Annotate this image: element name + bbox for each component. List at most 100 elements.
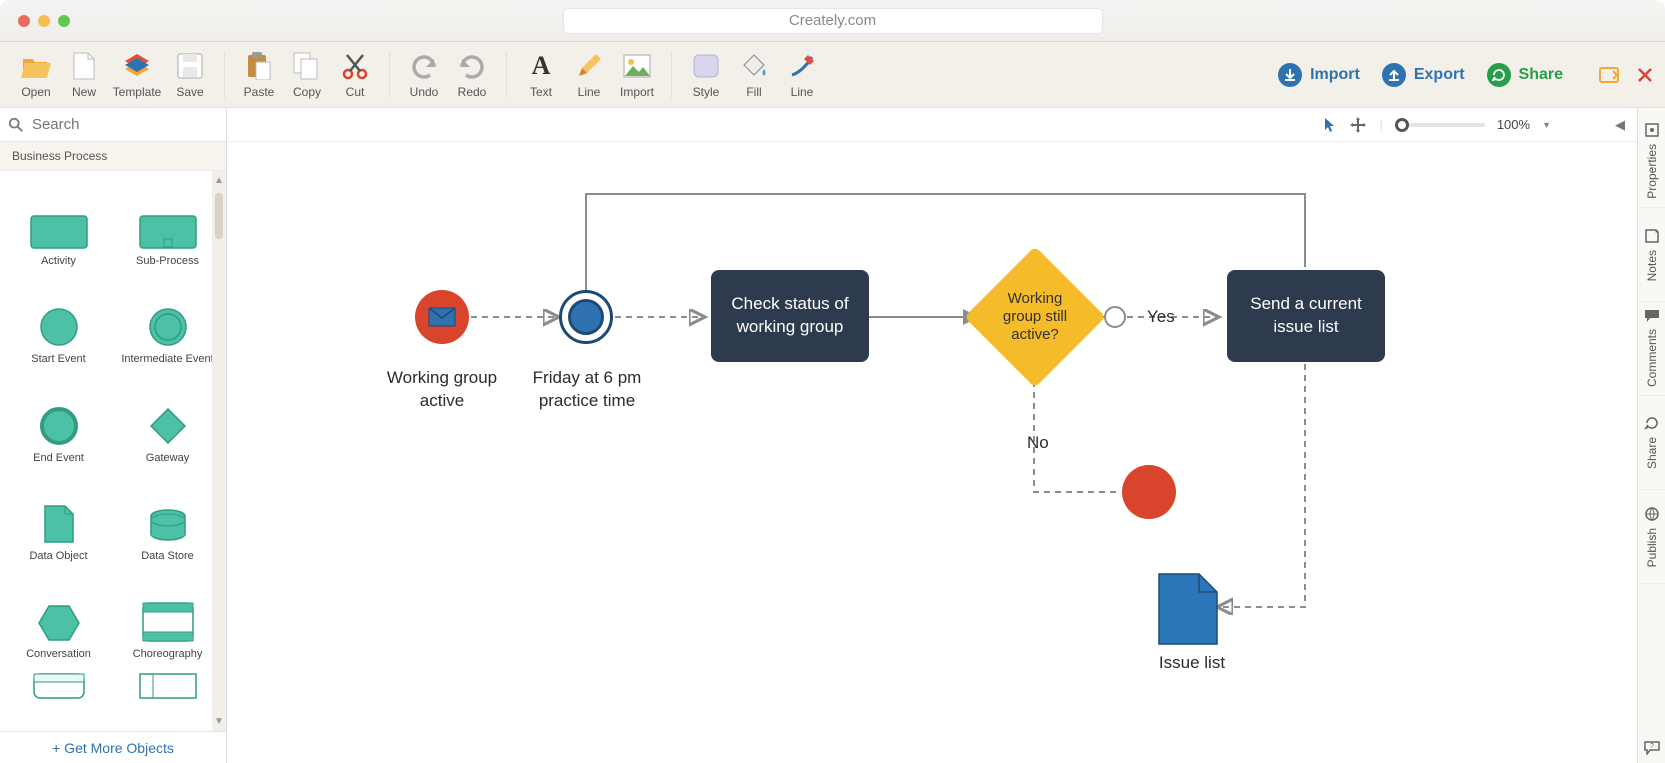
open-button[interactable]: Open xyxy=(12,51,60,99)
share-tab[interactable]: Share xyxy=(1638,396,1665,490)
redo-icon xyxy=(457,51,487,81)
copy-label: Copy xyxy=(293,85,321,99)
shape-data-store[interactable]: Data Store xyxy=(113,476,222,562)
shape-label: Start Event xyxy=(31,353,85,365)
gateway-text: Working group still active? xyxy=(997,290,1073,344)
new-button[interactable]: New xyxy=(60,51,108,99)
zoom-slider[interactable] xyxy=(1395,123,1485,127)
paste-button[interactable]: Paste xyxy=(235,51,283,99)
timer-event-node[interactable] xyxy=(559,290,613,344)
notes-tab[interactable]: Notes xyxy=(1638,208,1665,302)
help-tab[interactable]: ? xyxy=(1638,584,1665,763)
scrollbar-thumb[interactable] xyxy=(215,193,223,239)
shape-end-event[interactable]: End Event xyxy=(4,378,113,464)
properties-tab[interactable]: Properties xyxy=(1638,114,1665,208)
import-button[interactable]: Import xyxy=(1278,63,1360,87)
traffic-lights xyxy=(18,15,70,27)
zoom-dropdown-icon[interactable]: ▼ xyxy=(1542,120,1551,130)
shape-start-event[interactable]: Start Event xyxy=(4,279,113,365)
redo-button[interactable]: Redo xyxy=(448,51,496,99)
copy-button[interactable]: Copy xyxy=(283,51,331,99)
text-tool-button[interactable]: A Text xyxy=(517,51,565,99)
publish-tab[interactable]: Publish xyxy=(1638,490,1665,584)
url-bar[interactable]: Creately.com xyxy=(563,8,1103,34)
shape-label: Sub-Process xyxy=(136,255,199,267)
open-label: Open xyxy=(21,85,50,99)
shape-partial-1[interactable] xyxy=(4,673,113,713)
import-label: Import xyxy=(1310,66,1360,84)
shape-activity[interactable]: Activity xyxy=(4,181,113,267)
shape-category[interactable]: Business Process xyxy=(0,142,226,171)
shape-label: Data Store xyxy=(141,550,194,562)
shape-subprocess[interactable]: Sub-Process xyxy=(113,181,222,267)
send-list-node[interactable]: Send a current issue list xyxy=(1227,270,1385,362)
style-swatch-icon xyxy=(691,51,721,81)
cut-label: Cut xyxy=(346,85,365,99)
style-button[interactable]: Style xyxy=(682,51,730,99)
right-panel: Properties Notes Comments Share Publish … xyxy=(1637,108,1665,763)
fill-label: Fill xyxy=(746,85,761,99)
search-icon xyxy=(8,116,24,134)
import-image-button[interactable]: Import xyxy=(613,51,661,99)
zoom-knob[interactable] xyxy=(1395,118,1409,132)
collapse-right-icon[interactable]: ◀ xyxy=(1615,117,1625,133)
export-circle-icon xyxy=(1382,63,1406,87)
import-image-label: Import xyxy=(620,85,654,99)
presentation-icon[interactable] xyxy=(1599,67,1619,83)
shape-partial-2[interactable] xyxy=(113,673,222,713)
start-event-node[interactable] xyxy=(415,290,469,344)
text-icon: A xyxy=(526,51,556,81)
start-event-label: Working group active xyxy=(377,367,507,413)
fill-button[interactable]: Fill xyxy=(730,51,778,99)
folder-open-icon xyxy=(21,51,51,81)
shape-conversation[interactable]: Conversation xyxy=(4,574,113,660)
check-status-node[interactable]: Check status of working group xyxy=(711,270,869,362)
export-button[interactable]: Export xyxy=(1382,63,1465,87)
scroll-up-icon[interactable]: ▲ xyxy=(214,175,224,186)
line-style-button[interactable]: Line xyxy=(778,51,826,99)
check-status-text: Check status of working group xyxy=(723,293,857,339)
shape-label: Conversation xyxy=(26,648,91,660)
get-more-objects-button[interactable]: + Get More Objects xyxy=(0,731,226,763)
template-button[interactable]: Template xyxy=(108,51,166,99)
canvas-area: | 100% ▼ ◀ xyxy=(227,108,1637,763)
new-label: New xyxy=(72,85,96,99)
copy-icon xyxy=(292,51,322,81)
cut-button[interactable]: Cut xyxy=(331,51,379,99)
share-button[interactable]: Share xyxy=(1487,63,1563,87)
scissors-icon xyxy=(340,51,370,81)
send-list-text: Send a current issue list xyxy=(1239,293,1373,339)
search-input[interactable] xyxy=(32,116,218,133)
close-icon[interactable] xyxy=(1637,67,1653,83)
main-toolbar: Open New Template Save Paste xyxy=(0,42,1665,108)
minimize-window-icon[interactable] xyxy=(38,15,50,27)
close-window-icon[interactable] xyxy=(18,15,30,27)
pointer-tool-icon[interactable] xyxy=(1323,117,1337,133)
gateway-node[interactable]: Working group still active? xyxy=(964,246,1105,387)
template-icon xyxy=(122,51,152,81)
maximize-window-icon[interactable] xyxy=(58,15,70,27)
shape-choreography[interactable]: Choreography xyxy=(113,574,222,660)
comments-label: Comments xyxy=(1645,329,1659,387)
timer-event-label: Friday at 6 pm practice time xyxy=(522,367,652,413)
end-event-node[interactable] xyxy=(1122,465,1176,519)
shape-data-object[interactable]: Data Object xyxy=(4,476,113,562)
redo-label: Redo xyxy=(458,85,487,99)
sidebar-scrollbar[interactable]: ▲ ▼ xyxy=(212,171,226,731)
save-button[interactable]: Save xyxy=(166,51,214,99)
window-chrome: Creately.com xyxy=(0,0,1665,42)
issue-list-node[interactable] xyxy=(1157,572,1219,646)
canvas[interactable]: Working group active Friday at 6 pm prac… xyxy=(227,142,1637,763)
scroll-down-icon[interactable]: ▼ xyxy=(214,716,224,727)
toolbar-separator xyxy=(389,52,390,98)
shapes-sidebar: Business Process ▲ ▼ Activity Sub-Proces… xyxy=(0,108,227,763)
undo-label: Undo xyxy=(410,85,439,99)
undo-button[interactable]: Undo xyxy=(400,51,448,99)
shape-gateway[interactable]: Gateway xyxy=(113,378,222,464)
shape-label: Activity xyxy=(41,255,76,267)
shape-intermediate-event[interactable]: Intermediate Event xyxy=(113,279,222,365)
image-icon xyxy=(622,51,652,81)
comments-tab[interactable]: Comments xyxy=(1638,302,1665,396)
pan-tool-icon[interactable] xyxy=(1349,116,1367,134)
line-tool-button[interactable]: Line xyxy=(565,51,613,99)
